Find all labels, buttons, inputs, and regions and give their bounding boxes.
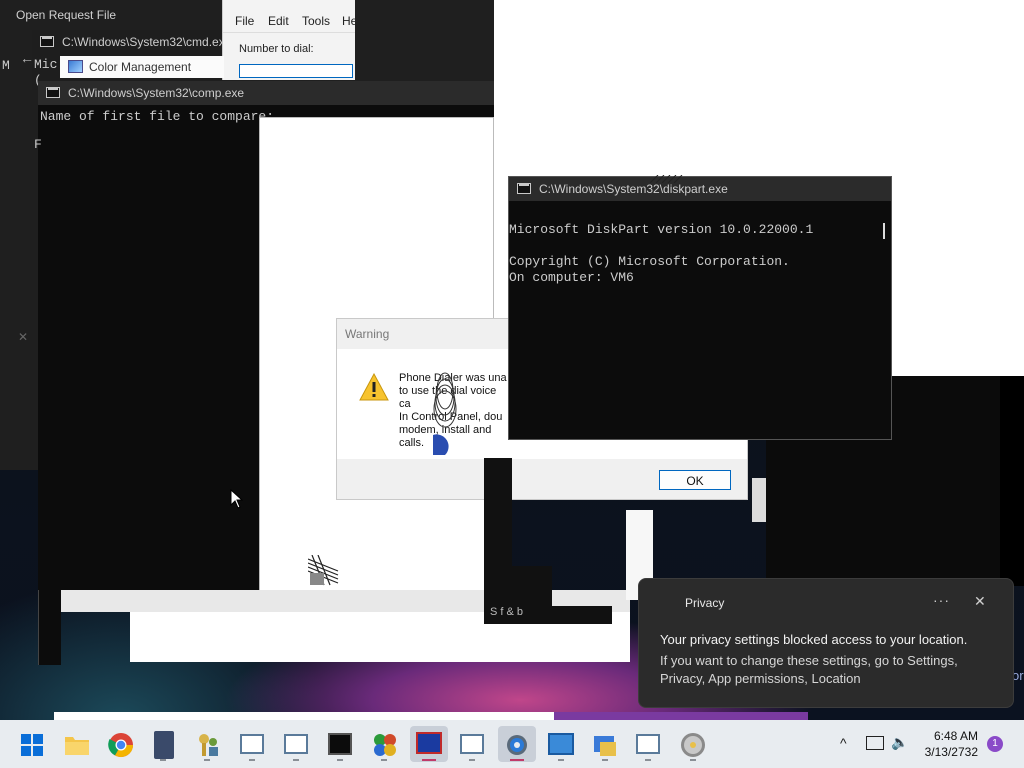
volume-icon[interactable]: 🔈 [891,734,908,751]
cmd-icon [46,87,60,98]
cmd-icon[interactable] [328,733,352,755]
cmd-text-line: Mic [34,57,58,72]
clock-time[interactable]: 6:48 AM [920,729,978,743]
file-explorer-icon[interactable] [64,734,90,756]
running-indicator [337,759,343,761]
open-request-title: Open Request File [16,8,117,22]
number-to-dial-input[interactable] [239,64,353,78]
color-management-title: Color Management [89,60,192,74]
running-indicator [602,759,608,761]
diskpart-copyright-line: Copyright (C) Microsoft Corporation. [509,254,790,269]
app-window-icon[interactable] [636,734,660,754]
cmd-icon [517,183,531,194]
glitch-swirl-graphic [431,371,461,455]
active-indicator [422,759,436,761]
taskbar: ^ 🔈 6:48 AM 3/13/2732 1 [0,720,1024,768]
active-indicator [510,759,524,761]
clock-date[interactable]: 3/13/2732 [920,745,978,759]
app-window-icon[interactable] [460,734,484,754]
app-window-icon[interactable] [240,734,264,754]
black-strip [1000,376,1024,586]
running-indicator [249,759,255,761]
glitch-column [484,458,512,624]
remote-desktop-icon[interactable] [548,733,574,755]
running-indicator [160,759,166,761]
windows-start-icon[interactable] [20,733,44,757]
diskpart-titlebar: C:\Windows\System32\diskpart.exe [509,177,891,201]
console-fragment: M [2,58,10,73]
close-icon[interactable]: ✕ [18,330,28,344]
privacy-app-name: Privacy [685,596,725,610]
color-management-window: Color Management [60,56,224,78]
running-indicator [690,759,696,761]
notification-badge[interactable]: 1 [987,736,1003,752]
text-cursor [883,223,885,239]
network-icon[interactable] [866,736,884,750]
running-indicator [558,759,564,761]
diskpart-title: C:\Windows\System32\diskpart.exe [539,182,728,196]
menu-help[interactable]: He [342,14,357,28]
glitch-hatch-graphic [649,170,684,184]
comp-titlebar: C:\Windows\System32\comp.exe [38,81,494,105]
settings-gear-icon[interactable] [504,732,530,758]
white-line-remnant [54,712,554,720]
dvd-icon[interactable] [680,732,706,758]
ok-button[interactable]: OK [659,470,731,490]
glitch-graphic [307,554,340,587]
calculator-icon[interactable] [154,731,174,759]
running-indicator [381,759,387,761]
number-to-dial-label: Number to dial: [239,43,314,55]
running-indicator [469,759,475,761]
comp-title: C:\Windows\System32\comp.exe [68,86,245,100]
mouse-cursor-icon [230,488,244,509]
privacy-heading: Your privacy settings blocked access to … [660,632,968,647]
cmd-title: C:\Windows\System32\cmd.exe [62,35,222,49]
running-indicator [293,759,299,761]
app-window-icon[interactable] [284,734,308,754]
monitor-icon [68,60,83,73]
comp-prompt: Name of first file to compare: [40,109,275,124]
warning-title: Warning [345,327,390,341]
menu-tools[interactable]: Tools [302,14,330,28]
control-panel-icon[interactable] [592,732,618,758]
chevron-up-icon[interactable]: ^ [840,735,847,751]
glitch-text: S f & b [490,606,524,618]
running-indicator [204,759,210,761]
menu-divider [223,32,355,33]
running-indicator [645,759,651,761]
menu-edit[interactable]: Edit [268,14,289,28]
console-remnant [38,590,61,665]
key-users-icon[interactable] [196,732,220,758]
puzzle-icon[interactable] [372,732,398,758]
purple-line-remnant [554,712,808,720]
privacy-notification[interactable]: Privacy ··· ✕ Your privacy settings bloc… [638,578,1014,708]
chrome-icon[interactable] [108,732,134,758]
comp-fragment: F [34,137,42,152]
more-options-icon[interactable]: ··· [933,592,950,608]
glitch-light-block [752,478,766,522]
diskpart-computer-line: On computer: VM6 [509,270,634,285]
display-icon[interactable] [416,732,442,754]
privacy-app-icon [659,595,675,611]
cmd-icon [40,36,54,47]
diskpart-version-line: Microsoft DiskPart version 10.0.22000.1 [509,222,814,237]
privacy-body: If you want to change these settings, go… [660,653,958,686]
phone-dialer-window: File Edit Tools He Number to dial: [222,0,357,80]
menu-file[interactable]: File [235,14,254,28]
warning-icon [359,372,389,401]
cmd-titlebar: C:\Windows\System32\cmd.exe [32,30,222,54]
close-notification-icon[interactable]: ✕ [974,593,986,610]
diskpart-window: C:\Windows\System32\diskpart.exe Microso… [508,176,892,440]
